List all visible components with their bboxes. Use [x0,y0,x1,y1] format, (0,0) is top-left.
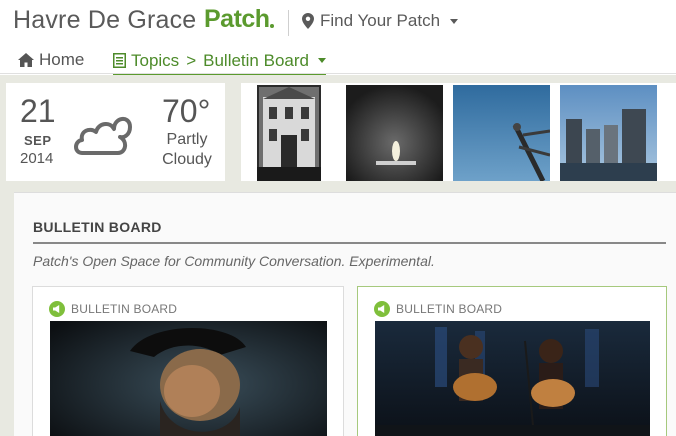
find-your-patch-menu[interactable]: Find Your Patch [302,11,459,31]
card-category[interactable]: BULLETIN BOARD [49,301,177,317]
patch-logo-dot [270,24,274,28]
weather-condition: Partly Cloudy [160,130,214,170]
photo-strip [241,83,676,181]
weather-month: SEP [24,133,52,148]
building-photo [257,85,321,181]
weather-day: 21 [20,93,56,129]
megaphone-icon [49,301,65,317]
weather-condition-line1: Partly [166,131,208,148]
sky-photo [453,85,550,181]
nav-bar: Home Topics > Bulletin Board [0,44,676,76]
card-image[interactable] [375,321,650,436]
concert-photo [375,321,650,436]
nav-home-link[interactable]: Home [18,50,84,70]
section-description: Patch's Open Space for Community Convers… [33,253,435,269]
patch-logo[interactable]: Patch [204,5,270,34]
musician-photo [50,321,327,436]
nav-current-label: Bulletin Board [203,50,309,70]
bulletin-card[interactable]: BULLETIN BOARD [32,286,344,436]
harbor-photo [560,85,657,181]
bulletin-card[interactable]: BULLETIN BOARD [357,286,667,436]
card-category[interactable]: BULLETIN BOARD [374,301,502,317]
nav-topics-label: Topics [131,50,180,70]
candle-photo [346,85,443,181]
list-icon [113,53,126,68]
nav-topics-menu[interactable]: Topics > Bulletin Board [113,50,326,76]
chevron-down-icon [317,58,326,63]
section-divider [33,242,666,244]
card-image[interactable] [50,321,327,436]
megaphone-icon [374,301,390,317]
weather-temperature: 70° [162,93,211,129]
weather-year: 2014 [20,150,54,167]
bulletin-board-section: BULLETIN BOARD Patch's Open Space for Co… [14,192,676,436]
breadcrumb-separator: > [186,50,197,70]
weather-widget[interactable]: 21 SEP 2014 70° Partly Cloudy [6,83,225,181]
weather-condition-line2: Cloudy [162,151,212,168]
card-category-label: BULLETIN BOARD [396,302,503,316]
header-divider [288,10,289,36]
card-category-label: BULLETIN BOARD [71,302,178,316]
find-your-patch-label: Find Your Patch [320,11,441,30]
photo-thumb-sky[interactable] [453,85,550,181]
home-icon [18,53,34,67]
site-header: Havre De Grace Patch Find Your Patch [0,0,676,44]
section-title: BULLETIN BOARD [33,219,162,235]
site-name[interactable]: Havre De Grace [13,6,196,35]
photo-thumb-candle[interactable] [346,85,443,181]
chevron-down-icon [450,18,459,24]
cloud-icon [74,117,132,155]
location-pin-icon [302,13,314,29]
photo-thumb-harbor[interactable] [560,85,657,181]
nav-home-label: Home [39,50,85,69]
photo-thumb-building[interactable] [257,85,321,181]
